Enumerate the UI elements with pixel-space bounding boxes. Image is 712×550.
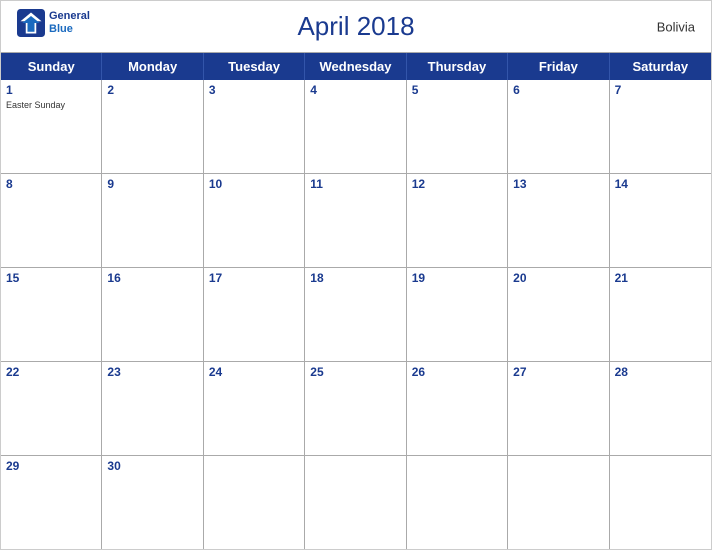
header-thursday: Thursday [407, 53, 508, 80]
day-cell-15: 15 [1, 268, 102, 361]
day-cell-11: 11 [305, 174, 406, 267]
day-cell-14: 14 [610, 174, 711, 267]
day-cell-4: 4 [305, 80, 406, 173]
day-cell-21: 21 [610, 268, 711, 361]
day-cell-29: 29 [1, 456, 102, 549]
day-cell-12: 12 [407, 174, 508, 267]
logo: General Blue [17, 9, 90, 37]
day-cell-22: 22 [1, 362, 102, 455]
day-cell-23: 23 [102, 362, 203, 455]
logo-general: General [49, 10, 90, 23]
day-cell-25: 25 [305, 362, 406, 455]
day-headers-row: Sunday Monday Tuesday Wednesday Thursday… [1, 53, 711, 80]
day-cell-7: 7 [610, 80, 711, 173]
day-cell-19: 19 [407, 268, 508, 361]
day-cell-empty-5 [610, 456, 711, 549]
weeks-container: 1 Easter Sunday 2 3 4 5 6 [1, 80, 711, 549]
day-cell-26: 26 [407, 362, 508, 455]
calendar-table: Sunday Monday Tuesday Wednesday Thursday… [1, 52, 711, 549]
header-wednesday: Wednesday [305, 53, 406, 80]
calendar-header: General Blue April 2018 Bolivia [1, 1, 711, 52]
header-saturday: Saturday [610, 53, 711, 80]
day-cell-empty-4 [508, 456, 609, 549]
header-tuesday: Tuesday [204, 53, 305, 80]
week-row-3: 15 16 17 18 19 20 21 [1, 268, 711, 362]
calendar-title: April 2018 [297, 11, 414, 42]
day-cell-27: 27 [508, 362, 609, 455]
week-row-4: 22 23 24 25 26 27 28 [1, 362, 711, 456]
day-cell-empty-1 [204, 456, 305, 549]
header-sunday: Sunday [1, 53, 102, 80]
week-row-1: 1 Easter Sunday 2 3 4 5 6 [1, 80, 711, 174]
week-row-5: 29 30 [1, 456, 711, 549]
logo-icon [17, 9, 45, 37]
day-cell-empty-2 [305, 456, 406, 549]
day-cell-28: 28 [610, 362, 711, 455]
day-cell-17: 17 [204, 268, 305, 361]
day-cell-9: 9 [102, 174, 203, 267]
day-cell-16: 16 [102, 268, 203, 361]
day-cell-13: 13 [508, 174, 609, 267]
day-cell-8: 8 [1, 174, 102, 267]
day-cell-10: 10 [204, 174, 305, 267]
day-cell-5: 5 [407, 80, 508, 173]
day-cell-2: 2 [102, 80, 203, 173]
day-cell-6: 6 [508, 80, 609, 173]
day-cell-3: 3 [204, 80, 305, 173]
week-row-2: 8 9 10 11 12 13 14 [1, 174, 711, 268]
logo-blue: Blue [49, 23, 90, 36]
header-friday: Friday [508, 53, 609, 80]
country-label: Bolivia [657, 19, 695, 34]
day-cell-18: 18 [305, 268, 406, 361]
day-cell-1: 1 Easter Sunday [1, 80, 102, 173]
day-cell-24: 24 [204, 362, 305, 455]
header-monday: Monday [102, 53, 203, 80]
day-cell-30: 30 [102, 456, 203, 549]
day-cell-20: 20 [508, 268, 609, 361]
day-cell-empty-3 [407, 456, 508, 549]
calendar-container: General Blue April 2018 Bolivia Sunday M… [0, 0, 712, 550]
